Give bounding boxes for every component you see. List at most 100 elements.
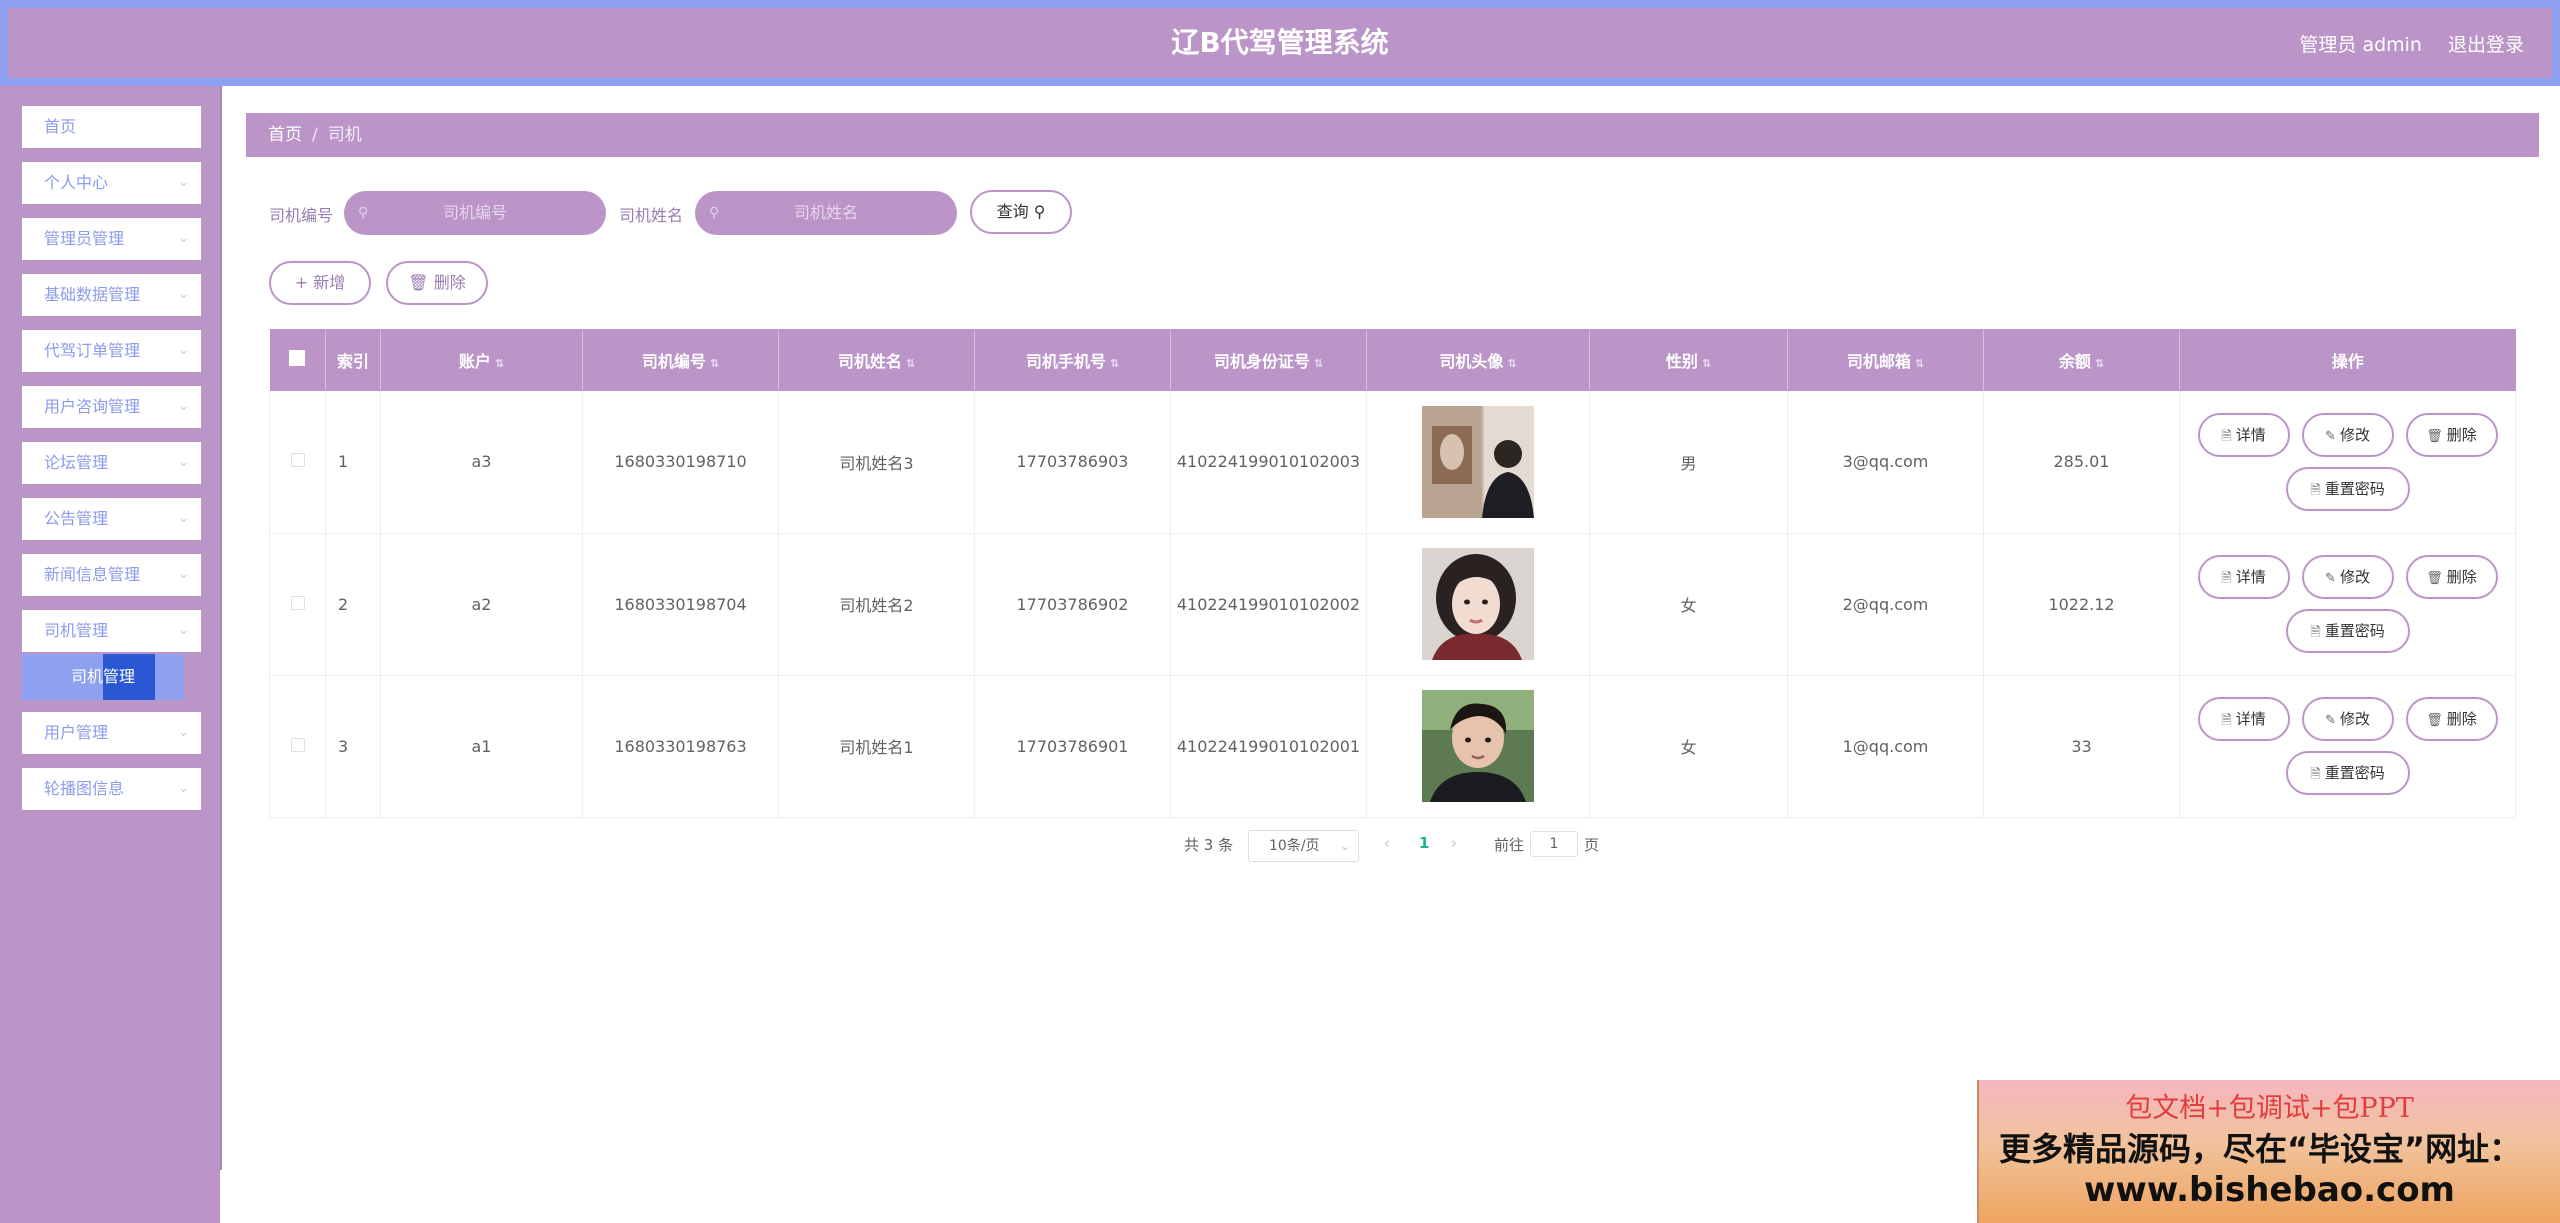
breadcrumb-current: 司机 bbox=[327, 125, 362, 145]
cell-index: 3 bbox=[325, 675, 381, 818]
row-action-group: 🗎 详情 ✎ 修改 🗑 删除 🗎 重置密码 bbox=[2180, 412, 2515, 511]
sort-icon[interactable]: ⇅ bbox=[1507, 357, 1516, 370]
sort-icon[interactable]: ⇅ bbox=[495, 357, 504, 370]
column-header: 操作 bbox=[2179, 329, 2516, 391]
cell-gender: 男 bbox=[1589, 391, 1788, 534]
sidebar-item-11[interactable]: 轮播图信息 ⌄ bbox=[22, 768, 201, 810]
sort-icon[interactable]: ⇅ bbox=[906, 357, 915, 370]
column-header[interactable]: 司机手机号 ⇅ bbox=[974, 329, 1171, 391]
column-header[interactable]: 司机邮箱 ⇅ bbox=[1787, 329, 1984, 391]
sidebar-item-3[interactable]: 基础数据管理 ⌄ bbox=[22, 274, 201, 316]
promo-line-1: 包文档+包调试+包PPT bbox=[2125, 1093, 2414, 1124]
select-all-header[interactable] bbox=[269, 329, 326, 391]
sidebar-item-label: 首页 bbox=[44, 117, 77, 136]
driver-name-input[interactable]: ⚲ 司机姓名 bbox=[695, 191, 957, 235]
column-header[interactable]: 余额 ⇅ bbox=[1983, 329, 2180, 391]
sidebar-item-label: 用户咨询管理 bbox=[44, 397, 141, 416]
document-icon: 🗎 bbox=[2221, 428, 2232, 444]
cell-name: 司机姓名1 bbox=[778, 675, 975, 818]
sidebar-item-7[interactable]: 公告管理 ⌄ bbox=[22, 498, 201, 540]
top-header: 辽B代驾管理系统 管理员 admin 退出登录 bbox=[0, 0, 2560, 86]
sidebar-subitem-driver-management[interactable]: 司机管理 bbox=[22, 654, 184, 700]
goto-page-input[interactable]: 1 bbox=[1530, 831, 1578, 857]
delete-button[interactable]: 🗑 删除 bbox=[2405, 697, 2498, 741]
row-select-cell[interactable] bbox=[269, 675, 326, 818]
sidebar-item-0[interactable]: 首页 bbox=[22, 106, 201, 148]
row-select-cell[interactable] bbox=[269, 391, 326, 534]
admin-user-label: 管理员 admin bbox=[2299, 33, 2422, 56]
column-header[interactable]: 司机姓名 ⇅ bbox=[778, 329, 975, 391]
sort-icon[interactable]: ⇅ bbox=[1702, 357, 1711, 370]
batch-delete-button[interactable]: 🗑 删除 bbox=[386, 261, 488, 305]
column-header-label: 司机手机号 bbox=[1025, 352, 1106, 371]
detail-button-label: 详情 bbox=[2235, 568, 2266, 586]
select-all-checkbox[interactable] bbox=[289, 350, 306, 366]
edit-button[interactable]: ✎ 修改 bbox=[2301, 697, 2394, 741]
sort-icon[interactable]: ⇅ bbox=[1314, 357, 1323, 370]
row-actions: 🗎 详情 ✎ 修改 🗑 删除 🗎 重置密码 bbox=[2179, 533, 2516, 676]
sidebar-item-1[interactable]: 个人中心 ⌄ bbox=[22, 162, 201, 204]
delete-button[interactable]: 🗑 删除 bbox=[2405, 555, 2498, 599]
pagination: 共 3 条 10条/页 ⌄ ‹ 1 › 前往 1 页 bbox=[0, 830, 2560, 862]
column-header-label: 司机邮箱 bbox=[1846, 352, 1911, 371]
delete-button-label: 删除 bbox=[2446, 710, 2477, 728]
logout-link[interactable]: 退出登录 bbox=[2448, 30, 2524, 57]
query-button[interactable]: 查询 ⚲ bbox=[970, 190, 1072, 234]
sidebar-item-8[interactable]: 新闻信息管理 ⌄ bbox=[22, 554, 201, 596]
sort-icon[interactable]: ⇅ bbox=[1915, 357, 1924, 370]
sort-icon[interactable]: ⇅ bbox=[1110, 357, 1119, 370]
add-button[interactable]: + 新增 bbox=[269, 261, 371, 305]
sidebar-item-4[interactable]: 代驾订单管理 ⌄ bbox=[22, 330, 201, 372]
reset-password-button[interactable]: 🗎 重置密码 bbox=[2285, 609, 2410, 653]
driver-no-input[interactable]: ⚲ 司机编号 bbox=[344, 191, 606, 235]
sort-icon[interactable]: ⇅ bbox=[2095, 357, 2104, 370]
driver-avatar bbox=[1366, 533, 1590, 676]
sidebar-item-6[interactable]: 论坛管理 ⌄ bbox=[22, 442, 201, 484]
document-icon: 🗎 bbox=[2310, 482, 2321, 498]
breadcrumb-home[interactable]: 首页 bbox=[268, 125, 302, 145]
edit-button[interactable]: ✎ 修改 bbox=[2301, 555, 2394, 599]
row-action-group: 🗎 详情 ✎ 修改 🗑 删除 🗎 重置密码 bbox=[2180, 697, 2515, 795]
sidebar-item-5[interactable]: 用户咨询管理 ⌄ bbox=[22, 386, 201, 428]
prev-page-icon[interactable]: ‹ bbox=[1384, 834, 1390, 852]
column-header[interactable]: 账户 ⇅ bbox=[380, 329, 583, 391]
pencil-icon: ✎ bbox=[2325, 713, 2336, 728]
chevron-down-icon: ⌄ bbox=[178, 399, 189, 414]
cell-phone: 17703786903 bbox=[974, 391, 1171, 534]
chevron-down-icon: ⌄ bbox=[178, 567, 189, 582]
cell-driver-no: 1680330198704 bbox=[582, 533, 779, 676]
cell-id-card: 410224199010102002 bbox=[1170, 533, 1367, 676]
sidebar-item-9[interactable]: 司机管理 ⌄ bbox=[22, 610, 201, 652]
sidebar-item-label: 代驾订单管理 bbox=[44, 341, 141, 360]
page-size-value: 10条/页 bbox=[1269, 838, 1320, 854]
sidebar-divider bbox=[220, 86, 222, 1170]
column-header-label: 账户 bbox=[458, 352, 491, 371]
sidebar-item-2[interactable]: 管理员管理 ⌄ bbox=[22, 218, 201, 260]
row-checkbox[interactable] bbox=[290, 595, 305, 610]
column-header[interactable]: 性别 ⇅ bbox=[1589, 329, 1788, 391]
row-checkbox[interactable] bbox=[290, 737, 305, 752]
reset-password-button-label: 重置密码 bbox=[2324, 622, 2385, 640]
detail-button[interactable]: 🗎 详情 bbox=[2197, 412, 2290, 457]
page-size-select[interactable]: 10条/页 ⌄ bbox=[1248, 830, 1359, 862]
detail-button[interactable]: 🗎 详情 bbox=[2197, 697, 2290, 741]
delete-button[interactable]: 🗑 删除 bbox=[2405, 412, 2498, 457]
column-header[interactable]: 司机身份证号 ⇅ bbox=[1170, 329, 1367, 391]
column-header[interactable]: 司机编号 ⇅ bbox=[582, 329, 779, 391]
column-header[interactable]: 司机头像 ⇅ bbox=[1366, 329, 1590, 391]
row-checkbox[interactable] bbox=[290, 453, 305, 468]
row-select-cell[interactable] bbox=[269, 533, 326, 676]
cell-name: 司机姓名3 bbox=[778, 391, 975, 534]
reset-password-button[interactable]: 🗎 重置密码 bbox=[2285, 466, 2410, 511]
reset-password-button[interactable]: 🗎 重置密码 bbox=[2285, 751, 2410, 795]
chevron-down-icon: ⌄ bbox=[178, 623, 189, 638]
edit-button[interactable]: ✎ 修改 bbox=[2301, 412, 2394, 457]
search-icon: ⚲ bbox=[1033, 202, 1046, 221]
page-number-current[interactable]: 1 bbox=[1419, 834, 1429, 852]
detail-button[interactable]: 🗎 详情 bbox=[2197, 555, 2290, 599]
pencil-icon: ✎ bbox=[2325, 428, 2336, 444]
next-page-icon[interactable]: › bbox=[1451, 834, 1457, 852]
reset-password-button-label: 重置密码 bbox=[2324, 764, 2385, 782]
sort-icon[interactable]: ⇅ bbox=[710, 357, 719, 370]
sidebar-item-10[interactable]: 用户管理 ⌄ bbox=[22, 712, 201, 754]
